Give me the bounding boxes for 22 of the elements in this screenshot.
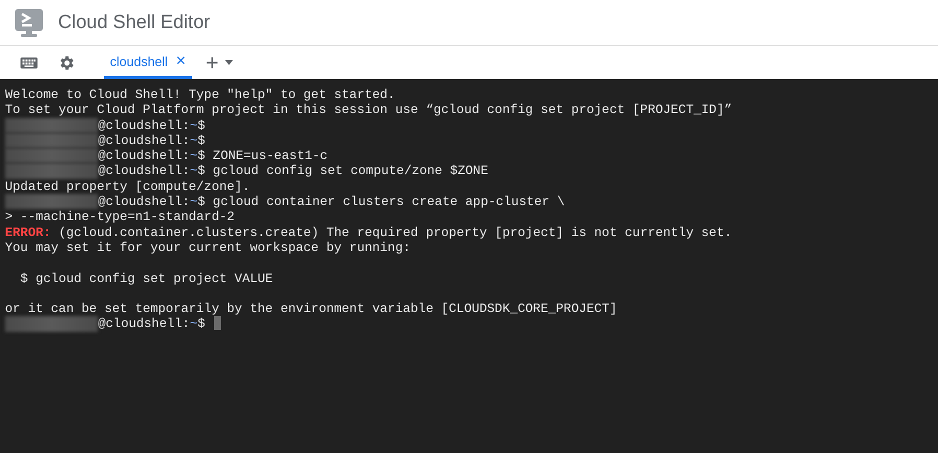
close-tab-button[interactable]: × [176,51,186,71]
terminal-line: $ gcloud config set project VALUE [19,270,273,286]
caret-icon[interactable] [224,60,233,65]
window-title: Cloud Shell Editor [58,12,210,34]
terminal-line: Updated property [compute/zone]. [5,178,250,194]
prompt-line: @cloudshell:~$ gcloud config set compute/zone $ZONE [98,163,488,179]
error-line: ERROR: (gcloud.container.clusters.create) The required property [project] is not currently set. [5,224,732,240]
prompt-line: @cloudshell:~$ ZONE=us-east1-c [98,148,328,164]
prompt-line: @cloudshell:~$ [98,316,206,332]
terminal-line: You may set it for your current workspace by running: [5,240,411,256]
keyboard-icon[interactable] [20,56,38,68]
terminal-tab[interactable]: cloudshell × [104,46,192,79]
add-tab-button[interactable]: + [206,50,219,76]
prompt-line: @cloudshell:~$ [98,118,206,133]
terminal-line: To set your Cloud Platform project in this session use “gcloud config set project [PROJECT_ID]” [5,102,732,118]
terminal-icon [14,8,44,38]
terminal-line: > --machine-type=n1-standard-2 [5,209,235,225]
terminal-line: Welcome to Cloud Shell! Type "help" to get started. [5,87,396,102]
terminal-line: or it can be set temporarily by the environment variable [CLOUDSDK_CORE_PROJECT] [5,301,618,316]
prompt-line: @cloudshell:~$ [98,132,206,148]
settings-icon[interactable] [58,54,76,72]
prompt-line: @cloudshell:~$ gcloud container clusters create app-cluster \ [98,194,565,210]
